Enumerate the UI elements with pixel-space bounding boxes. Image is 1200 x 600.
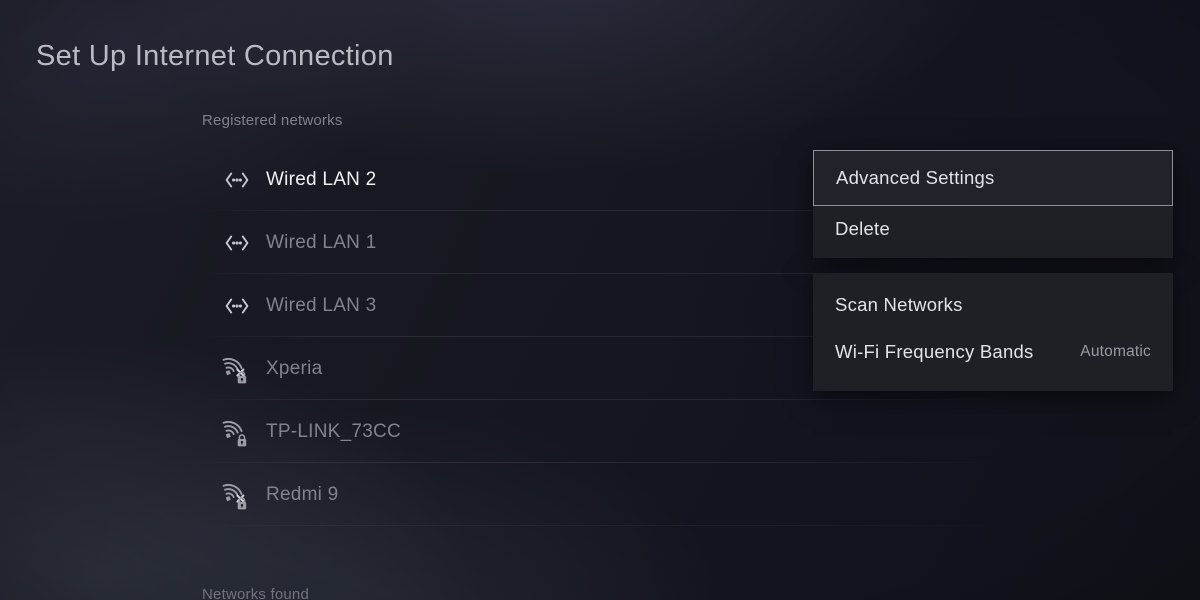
network-name: Xperia [266,357,323,379]
context-menu-group-secondary: Scan Networks Wi-Fi Frequency Bands Automa… [813,273,1173,391]
network-name: TP-LINK_73CC [266,420,401,442]
network-name: Wired LAN 1 [266,231,377,253]
wifi-icon [220,478,254,512]
context-menu-item-label: Wi-Fi Frequency Bands [835,340,1034,362]
network-row[interactable]: Redmi 9 [202,463,1004,526]
networks-found-label: Networks found [202,586,310,600]
context-menu-item[interactable]: Delete [813,206,1173,252]
wifi-icon [220,352,254,386]
wired-lan-icon [220,163,254,197]
context-menu-group-primary: Advanced Settings Delete [813,150,1173,258]
internet-connection-screen: Set Up Internet Connection Registered ne… [0,0,1200,600]
context-menu-item-label: Advanced Settings [836,167,995,188]
network-name: Wired LAN 3 [266,294,377,316]
context-menu-item-label: Delete [835,218,890,239]
network-name: Wired LAN 2 [266,168,377,190]
network-row[interactable]: TP-LINK_73CC [202,400,1004,463]
network-name: Redmi 9 [266,483,339,505]
wifi-icon [220,415,254,449]
context-menu-item[interactable]: Advanced Settings [813,150,1173,206]
context-menu-item-value: Automatic [1080,342,1151,360]
context-menu-item[interactable]: Wi-Fi Frequency Bands Automatic [813,328,1173,375]
page-title: Set Up Internet Connection [36,40,394,72]
registered-networks-label: Registered networks [202,112,343,129]
context-menu-item[interactable]: Scan Networks [813,281,1173,328]
wired-lan-icon [220,226,254,260]
wired-lan-icon [220,289,254,323]
context-menu-item-label: Scan Networks [835,293,963,315]
context-menu: Advanced Settings Delete Scan Networks Wi-… [813,150,1173,391]
